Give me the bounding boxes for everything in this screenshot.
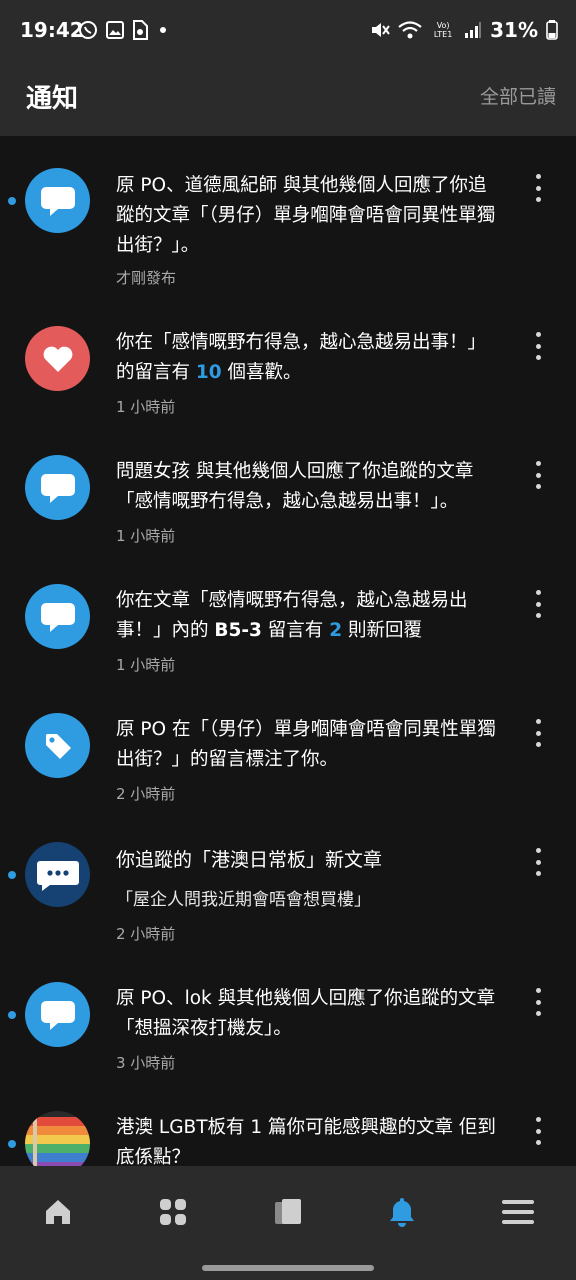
notification-item[interactable]: 原 PO、lok 與其他幾個人回應了你追蹤的文章「想搵深夜打機友」。 3 小時前 [0,950,576,1079]
comment-icon [25,584,90,649]
unread-dot [8,871,16,879]
status-notification-icons [78,20,166,40]
status-time: 19:42 [20,18,84,42]
more-options-icon[interactable] [530,174,546,202]
heart-icon [25,326,90,391]
comment-floor: B5-3 [214,620,262,641]
comment-icon [25,455,90,520]
status-right: Vo) LTE1 31% [370,18,558,42]
rainbow-flag-icon [25,1111,90,1166]
more-options-icon[interactable] [530,332,546,360]
unread-dot [8,1011,16,1019]
text-segment: 個喜歡。 [221,362,302,383]
more-options-icon[interactable] [530,461,546,489]
text-segment: 則新回覆 [342,620,422,641]
wifi-icon [398,21,422,39]
more-options-icon[interactable] [530,719,546,747]
notification-time: 2 小時前 [116,925,176,943]
text-segment: 問題女孩 與其他幾個人回應了你追蹤的文章「感情嘅野冇得急，越心急越易出事！」。 [116,461,474,512]
unread-dot [8,1140,16,1148]
reply-count: 2 [329,620,343,641]
comment-icon [25,168,90,233]
notification-text: 原 PO、lok 與其他幾個人回應了你追蹤的文章「想搵深夜打機友」。 [116,984,500,1044]
text-segment: 留言有 [261,620,330,641]
status-bar: 19:42 Vo) LTE1 31% [0,0,576,64]
notification-text: 你在文章「感情嘅野冇得急，越心急越易出事！」內的 B5-3 留言有 2 則新回覆 [116,586,500,646]
notification-time: 才剛發布 [116,269,177,287]
gallery-icon [106,21,124,39]
battery-percent: 31% [490,18,538,42]
notification-text: 你在「感情嘅野冇得急，越心急越易出事！」的留言有 10 個喜歡。 [116,328,500,388]
notification-text: 問題女孩 與其他幾個人回應了你追蹤的文章「感情嘅野冇得急，越心急越易出事！」。 [116,457,500,517]
home-icon[interactable] [34,1192,82,1232]
signal-icon [465,22,482,38]
more-options-icon[interactable] [530,848,546,876]
text-segment: 原 PO、lok 與其他幾個人回應了你追蹤的文章「想搵深夜打機友」。 [116,988,496,1039]
notification-text: 原 PO、道德風紀師 與其他幾個人回應了你追蹤的文章「（男仔）單身嗰陣會唔會同異… [116,171,500,261]
notification-item[interactable]: 原 PO 在「（男仔）單身嗰陣會唔會同異性單獨出街？」的留言標注了你。 2 小時… [0,681,576,810]
more-options-icon[interactable] [530,988,546,1016]
notification-subtitle: 「屋企人問我近期會唔會想買樓」 [116,890,371,910]
notification-time: 1 小時前 [116,656,176,674]
whatsapp-icon [79,21,97,39]
comment-icon [25,982,90,1047]
boards-icon[interactable] [149,1192,197,1232]
battery-icon [546,20,558,40]
mark-all-read-button[interactable]: 全部已讀 [480,82,556,109]
network-label: Vo) LTE1 [433,21,453,39]
notification-item[interactable]: 港澳 LGBT板有 1 篇你可能感興趣的文章 佢到底係點？ [0,1079,576,1166]
gesture-bar[interactable] [202,1265,374,1271]
menu-icon[interactable] [494,1192,542,1232]
like-count: 10 [195,362,222,383]
tag-icon [25,713,90,778]
cards-icon[interactable] [264,1192,312,1232]
more-notifications-dot [160,27,166,33]
notification-item[interactable]: 你在「感情嘅野冇得急，越心急越易出事！」的留言有 10 個喜歡。 1 小時前 [0,294,576,423]
notification-time: 2 小時前 [116,785,176,803]
text-segment: 原 PO、道德風紀師 與其他幾個人回應了你追蹤的文章「（男仔）單身嗰陣會唔會同異… [116,175,496,256]
notification-item[interactable]: 你追蹤的「港澳日常板」新文章 「屋企人問我近期會唔會想買樓」 2 小時前 [0,810,576,950]
board-icon [25,842,90,907]
app-header: 通知 全部已讀 [0,64,576,136]
file-icon [133,20,148,40]
text-segment: 原 PO 在「（男仔）單身嗰陣會唔會同異性單獨出街？」的留言標注了你。 [116,719,496,770]
bottom-nav [0,1166,576,1280]
notification-title: 你追蹤的「港澳日常板」新文章 [116,849,383,871]
notification-time: 1 小時前 [116,398,176,416]
bell-icon[interactable] [378,1192,426,1232]
notification-item[interactable]: 問題女孩 與其他幾個人回應了你追蹤的文章「感情嘅野冇得急，越心急越易出事！」。 … [0,423,576,552]
mute-icon [372,23,390,37]
notification-time: 3 小時前 [116,1054,176,1072]
notification-text: 港澳 LGBT板有 1 篇你可能感興趣的文章 佢到底係點？ [116,1113,500,1166]
notification-item[interactable]: 原 PO、道德風紀師 與其他幾個人回應了你追蹤的文章「（男仔）單身嗰陣會唔會同異… [0,136,576,294]
more-options-icon[interactable] [530,1117,546,1145]
text-segment: 港澳 LGBT板有 1 篇你可能感興趣的文章 佢到底係點？ [116,1117,496,1166]
notification-text: 原 PO 在「（男仔）單身嗰陣會唔會同異性單獨出街？」的留言標注了你。 [116,715,500,775]
unread-dot [8,197,16,205]
more-options-icon[interactable] [530,590,546,618]
page-title: 通知 [26,84,79,114]
notification-list: 原 PO、道德風紀師 與其他幾個人回應了你追蹤的文章「（男仔）單身嗰陣會唔會同異… [0,136,576,1166]
notification-time: 1 小時前 [116,527,176,545]
notification-item[interactable]: 你在文章「感情嘅野冇得急，越心急越易出事！」內的 B5-3 留言有 2 則新回覆… [0,552,576,681]
